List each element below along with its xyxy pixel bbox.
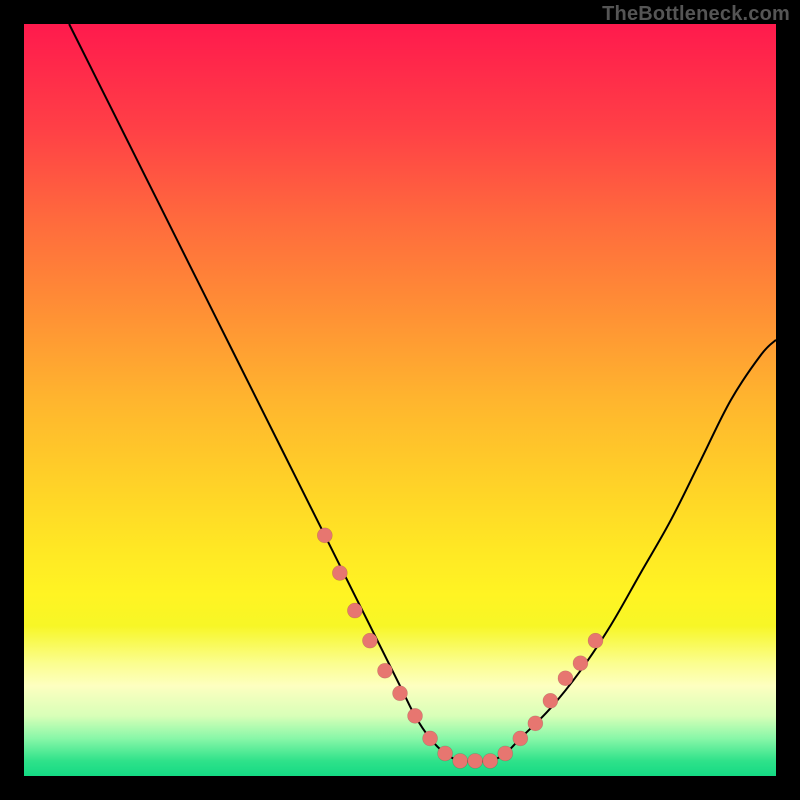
highlight-dot (347, 603, 362, 618)
highlight-dot (588, 633, 603, 648)
highlight-dots-group (317, 528, 603, 769)
highlight-dot (453, 753, 468, 768)
highlight-dot (498, 746, 513, 761)
watermark-text: TheBottleneck.com (602, 3, 790, 26)
highlight-dot (362, 633, 377, 648)
highlight-dot (483, 753, 498, 768)
bottleneck-curve (69, 24, 776, 762)
highlight-dot (423, 731, 438, 746)
highlight-dot (543, 693, 558, 708)
highlight-dot (528, 716, 543, 731)
chart-svg (24, 24, 776, 776)
highlight-dot (393, 686, 408, 701)
highlight-dot (573, 656, 588, 671)
highlight-dot (332, 565, 347, 580)
highlight-dot (317, 528, 332, 543)
highlight-dot (377, 663, 392, 678)
highlight-dot (468, 753, 483, 768)
highlight-dot (408, 708, 423, 723)
highlight-dot (438, 746, 453, 761)
highlight-dot (558, 671, 573, 686)
highlight-dot (513, 731, 528, 746)
